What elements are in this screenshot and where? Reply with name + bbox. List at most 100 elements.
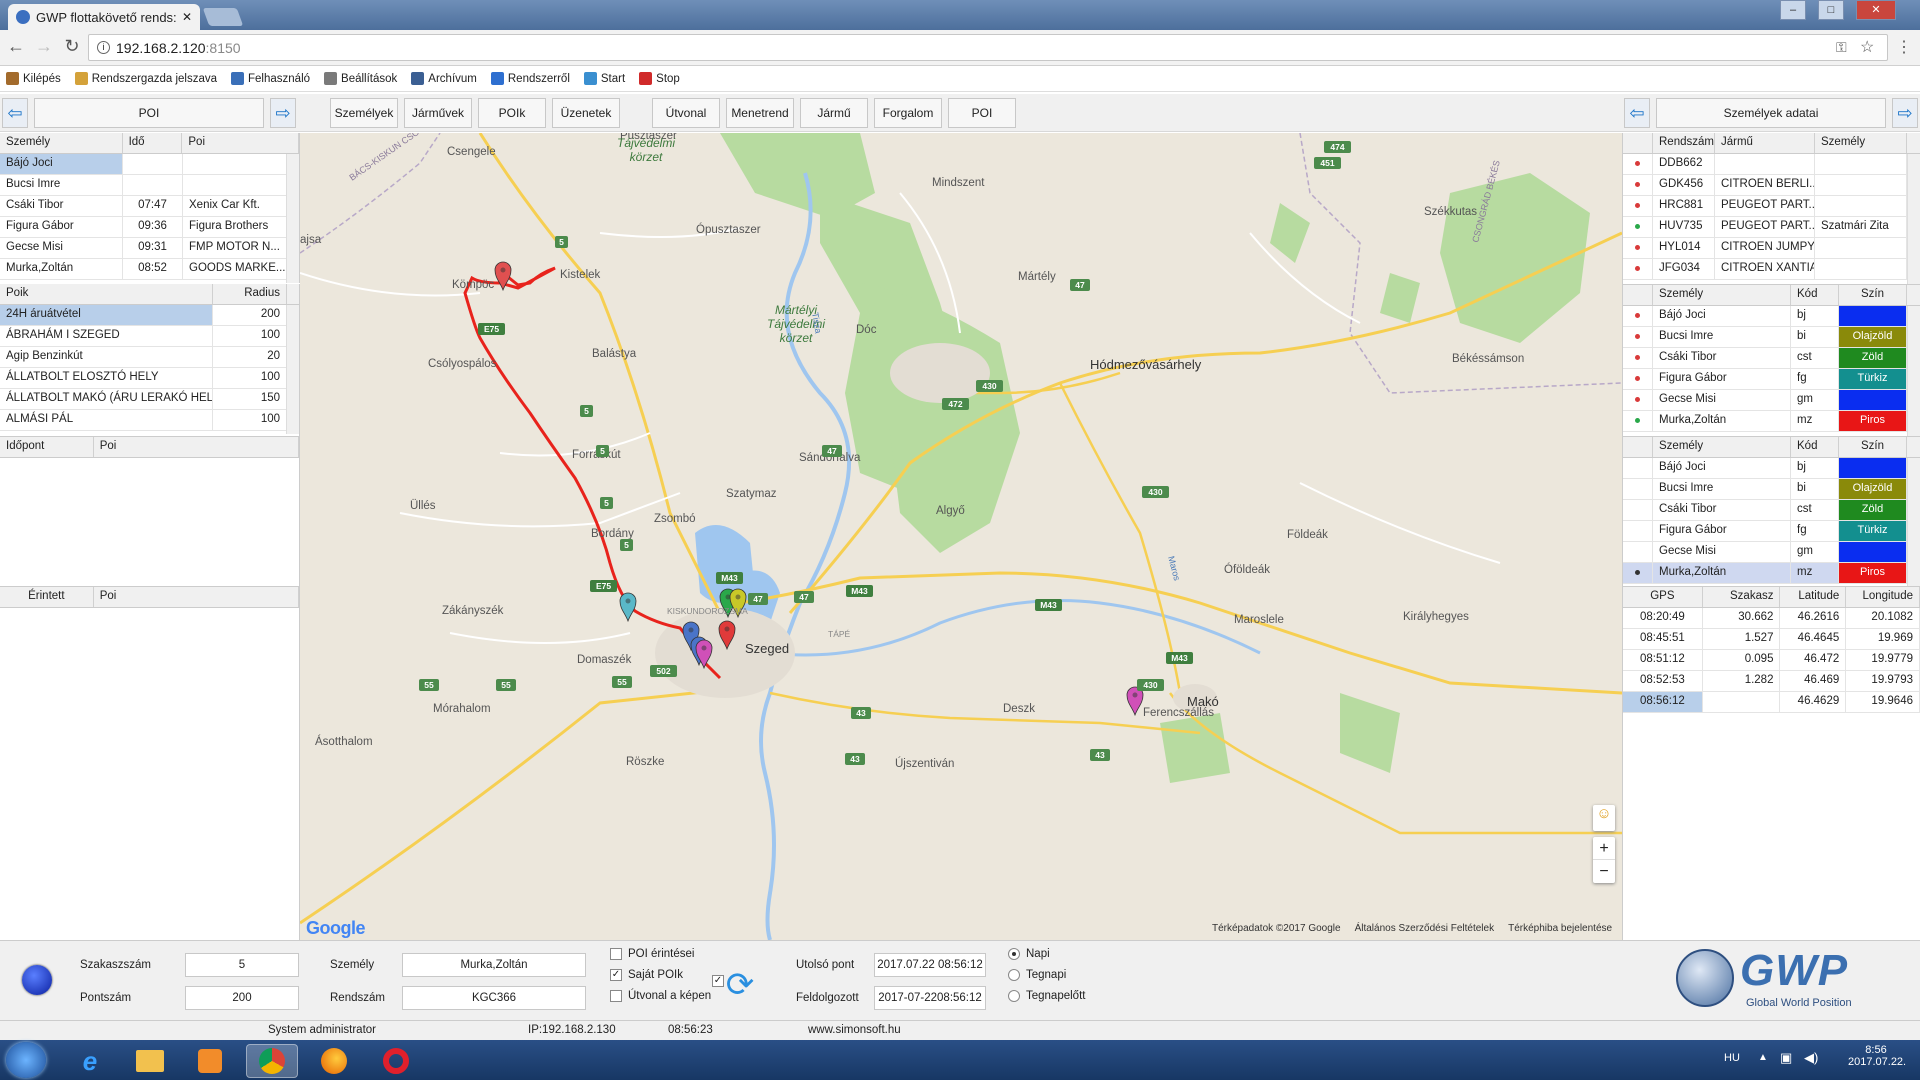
bookmark-star-icon[interactable]: ☆	[1860, 37, 1874, 57]
toolbar-item-3[interactable]: Beállítások	[324, 72, 397, 85]
media-player-icon[interactable]	[184, 1044, 236, 1078]
poi-row[interactable]: ALMÁSI PÁL 100	[0, 410, 299, 431]
person-color-row[interactable]: Gecse Misi gm	[1623, 542, 1920, 563]
col-pc1-color[interactable]: Szín	[1839, 285, 1907, 305]
gps-row[interactable]: 08:52:53 1.282 46.469 19.9793	[1623, 671, 1920, 692]
map-view[interactable]: Csengele Pusztaszer Ópusztaszer Mindszent Sz…	[300, 133, 1622, 940]
vehicle-row[interactable]: HUV735 PEUGEOT PART... Szatmári Zita	[1623, 217, 1920, 238]
toolbar-item-2[interactable]: Felhasználó	[231, 72, 310, 85]
person-color-row[interactable]: Murka,Zoltán mz Piros	[1623, 563, 1920, 584]
person-color-row[interactable]: Bájó Joci bj	[1623, 306, 1920, 327]
tray-arrow-icon[interactable]: ▲	[1758, 1052, 1768, 1063]
map-data-copyright[interactable]: Térképadatok ©2017 Google	[1212, 923, 1341, 934]
close-tab-icon[interactable]: ✕	[182, 10, 192, 24]
person-row[interactable]: Figura Gábor 09:36 Figura Brothers	[0, 217, 299, 238]
pc-color-swatch[interactable]	[1839, 458, 1907, 478]
pc-color-swatch[interactable]: Türkiz	[1839, 369, 1907, 389]
zoom-out-button[interactable]: −	[1593, 860, 1615, 883]
tab-left-3[interactable]: Üzenetek	[552, 98, 620, 128]
person-color-row[interactable]: Csáki Tibor cst Zöld	[1623, 348, 1920, 369]
poi-row[interactable]: 24H áruátvétel 200	[0, 305, 299, 326]
start-button-icon[interactable]	[6, 1042, 46, 1078]
pc-color-swatch[interactable]: Zöld	[1839, 348, 1907, 368]
right-next-arrow-icon[interactable]: ⇨	[1892, 98, 1918, 128]
tab-right-3[interactable]: Forgalom	[874, 98, 942, 128]
person-colors-2-scrollbar[interactable]	[1907, 458, 1920, 587]
pc-color-swatch[interactable]: Türkiz	[1839, 521, 1907, 541]
maximize-button[interactable]: □	[1818, 0, 1844, 20]
right-panel-title[interactable]: Személyek adatai	[1656, 98, 1886, 128]
minimize-button[interactable]: –	[1780, 0, 1806, 20]
browser-tab[interactable]: GWP flottakövető rends: ✕	[8, 4, 200, 30]
gps-row[interactable]: 08:56:12 46.4629 19.9646	[1623, 692, 1920, 713]
vehicle-row[interactable]: JFG034 CITROEN XANTIA	[1623, 259, 1920, 280]
left-prev-arrow-icon[interactable]: ⇦	[2, 98, 28, 128]
chrome-icon[interactable]	[246, 1044, 298, 1078]
tab-right-2[interactable]: Jármű	[800, 98, 868, 128]
col-pc1-person[interactable]: Személy	[1653, 285, 1791, 305]
toolbar-item-6[interactable]: Start	[583, 72, 625, 85]
person-row[interactable]: Bájó Joci	[0, 154, 299, 175]
pc-color-swatch[interactable]	[1839, 390, 1907, 410]
persons-scrollbar[interactable]	[286, 154, 299, 283]
tab-left-1[interactable]: Járművek	[404, 98, 472, 128]
tab-right-1[interactable]: Menetrend	[726, 98, 794, 128]
col-radius[interactable]: Radius	[213, 284, 287, 304]
person-row[interactable]: Csáki Tibor 07:47 Xenix Car Kft.	[0, 196, 299, 217]
person-color-row[interactable]: Gecse Misi gm	[1623, 390, 1920, 411]
radio-option-2[interactable]: Tegnapelőtt	[1008, 990, 1085, 1002]
tab-right-0[interactable]: Útvonal	[652, 98, 720, 128]
person-color-row[interactable]: Murka,Zoltán mz Piros	[1623, 411, 1920, 432]
toolbar-item-5[interactable]: Rendszerről	[490, 72, 570, 85]
pc-color-swatch[interactable]: Piros	[1839, 411, 1907, 431]
language-indicator[interactable]: HU	[1724, 1052, 1740, 1064]
col-timepoi[interactable]: Poi	[94, 437, 299, 457]
toolbar-item-4[interactable]: Archívum	[411, 72, 477, 85]
pc-color-swatch[interactable]: Olajzöld	[1839, 479, 1907, 499]
col-pc2-color[interactable]: Szín	[1839, 437, 1907, 457]
volume-icon[interactable]: ◀)	[1804, 1050, 1818, 1066]
col-poi-name[interactable]: Poik	[0, 284, 213, 304]
clock[interactable]: 8:56 2017.07.22.	[1848, 1044, 1906, 1068]
person-color-row[interactable]: Bucsi Imre bi Olajzöld	[1623, 327, 1920, 348]
vehicle-row[interactable]: HYL014 CITROEN JUMPY	[1623, 238, 1920, 259]
pc-color-swatch[interactable]: Piros	[1839, 563, 1907, 583]
ie-icon[interactable]: e	[64, 1044, 116, 1078]
pc-color-swatch[interactable]: Zöld	[1839, 500, 1907, 520]
col-person[interactable]: Személy	[0, 133, 123, 153]
right-prev-arrow-icon[interactable]: ⇦	[1624, 98, 1650, 128]
gps-row[interactable]: 08:45:51 1.527 46.4645 19.969	[1623, 629, 1920, 650]
refresh-icon[interactable]: ⟳	[720, 965, 760, 1005]
poi-row[interactable]: ÁBRAHÁM I SZEGED 100	[0, 326, 299, 347]
left-next-arrow-icon[interactable]: ⇨	[270, 98, 296, 128]
reload-icon[interactable]: ↻	[60, 36, 84, 57]
tab-left-0[interactable]: Személyek	[330, 98, 398, 128]
info-icon[interactable]: i	[97, 41, 110, 54]
back-icon[interactable]: ←	[4, 36, 28, 57]
forward-icon[interactable]: →	[32, 36, 56, 57]
toolbar-item-0[interactable]: Kilépés	[6, 72, 61, 85]
pc-color-swatch[interactable]: Olajzöld	[1839, 327, 1907, 347]
left-panel-title[interactable]: POI	[34, 98, 264, 128]
col-pc2-person[interactable]: Személy	[1653, 437, 1791, 457]
col-pc1-code[interactable]: Kód	[1791, 285, 1839, 305]
vehicle-row[interactable]: GDK456 CITROEN BERLI...	[1623, 175, 1920, 196]
radio-2[interactable]	[1008, 990, 1020, 1002]
person-colors-1-scrollbar[interactable]	[1907, 306, 1920, 437]
radio-option-1[interactable]: Tegnapi	[1008, 969, 1066, 981]
new-tab-button[interactable]	[202, 8, 244, 26]
key-icon[interactable]: ⚿	[1836, 39, 1847, 56]
terms-link[interactable]: Általános Szerződési Feltételek	[1355, 923, 1495, 934]
radio-option-0[interactable]: Napi	[1008, 948, 1050, 960]
checkbox-1[interactable]: ✓	[610, 969, 622, 981]
vehicle-row[interactable]: HRC881 PEUGEOT PART...	[1623, 196, 1920, 217]
col-vehicle-person[interactable]: Személy	[1815, 133, 1907, 153]
map-canvas[interactable]: CsengelePusztaszerÓpusztaszerMindszentSz…	[300, 133, 1622, 940]
pc-color-swatch[interactable]	[1839, 306, 1907, 326]
col-vehicle[interactable]: Jármű	[1715, 133, 1815, 153]
col-touched-poi[interactable]: Poi	[94, 587, 299, 607]
person-row[interactable]: Murka,Zoltán 08:52 GOODS MARKE...	[0, 259, 299, 280]
person-row[interactable]: Bucsi Imre	[0, 175, 299, 196]
poi-row[interactable]: ÁLLATBOLT ELOSZTÓ HELY 100	[0, 368, 299, 389]
poi-row[interactable]: ÁLLATBOLT MAKÓ (ÁRU LERAKÓ HEL 150	[0, 389, 299, 410]
